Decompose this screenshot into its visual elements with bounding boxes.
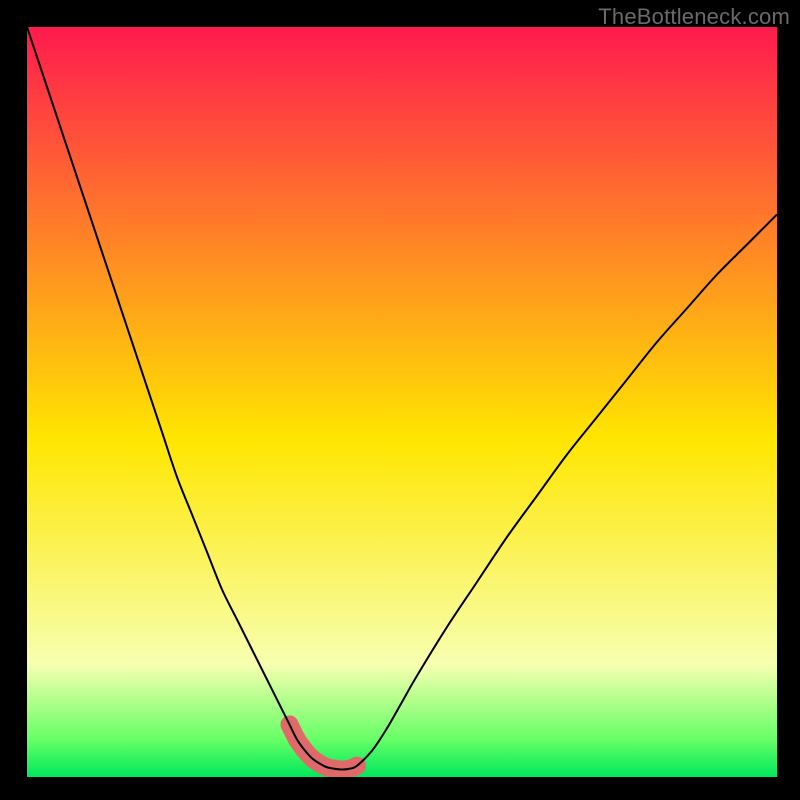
chart-stage: TheBottleneck.com	[0, 0, 800, 800]
plot-area	[27, 27, 777, 777]
chart-svg	[27, 27, 777, 777]
gradient-background-rect	[27, 27, 777, 777]
